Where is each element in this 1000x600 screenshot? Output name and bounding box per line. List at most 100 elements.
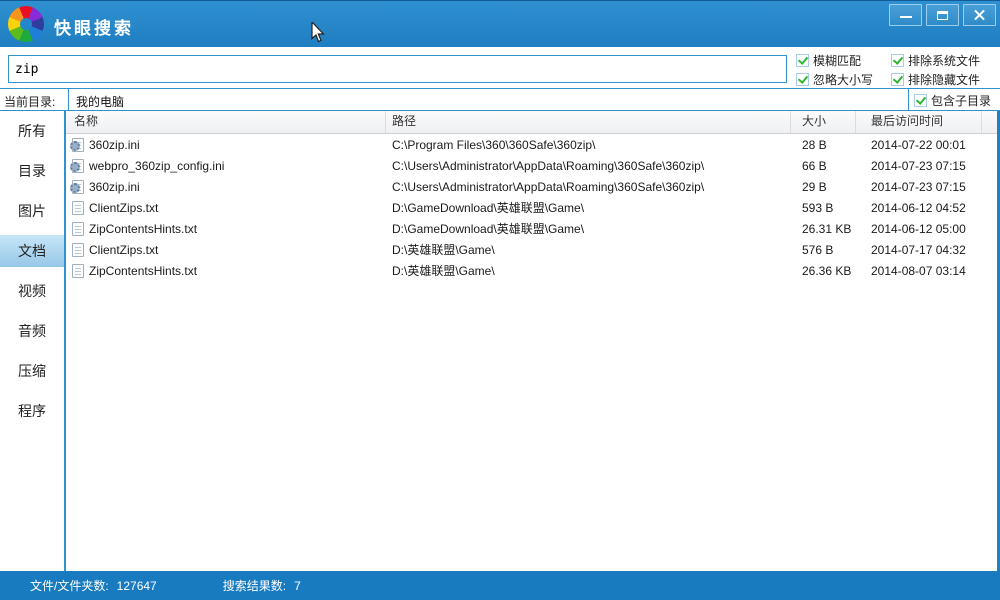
sidebar-item-video[interactable]: 视频 bbox=[0, 271, 64, 311]
checkbox-label: 忽略大小写 bbox=[813, 71, 873, 88]
file-size: 576 B bbox=[791, 243, 856, 257]
sidebar-item-directory[interactable]: 目录 bbox=[0, 151, 64, 191]
sidebar: 所有目录图片文档视频音频压缩程序 bbox=[0, 111, 66, 571]
sidebar-item-all[interactable]: 所有 bbox=[0, 111, 64, 151]
sidebar-item-image[interactable]: 图片 bbox=[0, 191, 64, 231]
table-row[interactable]: ClientZips.txt D:\英雄联盟\Game\576 B2014-07-… bbox=[66, 239, 997, 260]
divider bbox=[68, 89, 69, 110]
file-name: ClientZips.txt bbox=[89, 243, 158, 257]
sidebar-item-document[interactable]: 文档 bbox=[0, 231, 64, 271]
minimize-icon bbox=[900, 16, 912, 18]
file-size: 29 B bbox=[791, 180, 856, 194]
file-path: C:\Users\Administrator\AppData\Roaming\3… bbox=[386, 180, 791, 194]
column-header-size[interactable]: 大小 bbox=[791, 111, 856, 133]
maximize-button[interactable] bbox=[926, 4, 959, 26]
current-directory-value: 我的电脑 bbox=[76, 93, 124, 110]
file-last-access-time: 2014-07-17 04:32 bbox=[856, 243, 982, 257]
sidebar-item-audio[interactable]: 音频 bbox=[0, 311, 64, 351]
file-path: C:\Users\Administrator\AppData\Roaming\3… bbox=[386, 159, 791, 173]
results-count-label: 搜索结果数: bbox=[223, 577, 286, 594]
table-header: 名称路径大小最后访问时间 bbox=[66, 111, 997, 134]
gear-icon bbox=[70, 183, 80, 193]
sidebar-item-archive[interactable]: 压缩 bbox=[0, 351, 64, 391]
current-directory-label: 当前目录: bbox=[4, 93, 55, 110]
table-row[interactable]: ZipContentsHints.txt D:\英雄联盟\Game\26.36 K… bbox=[66, 260, 997, 281]
checkbox-label: 排除系统文件 bbox=[908, 52, 980, 69]
file-name: webpro_360zip_config.ini bbox=[89, 159, 224, 173]
current-directory-bar: 当前目录: 我的电脑 包含子目录 bbox=[0, 88, 1000, 111]
table-row[interactable]: ClientZips.txtD:\GameDownload\英雄联盟\Game\… bbox=[66, 197, 997, 218]
close-icon bbox=[973, 9, 986, 22]
column-header-path[interactable]: 路径 bbox=[386, 111, 791, 133]
app-logo-icon bbox=[8, 6, 44, 42]
ini-file-icon bbox=[72, 138, 84, 152]
file-size: 66 B bbox=[791, 159, 856, 173]
file-path: C:\Program Files\360\360Safe\360zip\ bbox=[386, 138, 791, 152]
file-path: D:\英雄联盟\Game\ bbox=[386, 241, 791, 258]
file-name: 360zip.ini bbox=[89, 138, 140, 152]
file-last-access-time: 2014-06-12 04:52 bbox=[856, 201, 982, 215]
window-controls bbox=[889, 4, 996, 26]
maximize-icon bbox=[937, 11, 948, 20]
minimize-button[interactable] bbox=[889, 4, 922, 26]
file-path: D:\英雄联盟\Game\ bbox=[386, 262, 791, 279]
search-option-ignore-case[interactable]: 忽略大小写 bbox=[796, 71, 891, 88]
mouse-cursor bbox=[311, 22, 326, 43]
gear-icon bbox=[70, 162, 80, 172]
file-size: 26.36 KB bbox=[791, 264, 856, 278]
checkbox-label: 包含子目录 bbox=[931, 92, 991, 109]
gear-icon bbox=[70, 141, 80, 151]
file-name-cell: 360zip.ini bbox=[66, 180, 386, 194]
file-size: 593 B bbox=[791, 201, 856, 215]
search-option-exclude-system-files[interactable]: 排除系统文件 bbox=[891, 52, 996, 69]
file-name-cell: ClientZips.txt bbox=[66, 201, 386, 215]
table-row[interactable]: ZipContentsHints.txt D:\GameDownload\英雄联盟… bbox=[66, 218, 997, 239]
app-window: 快眼搜索 模糊匹配忽略大小写 排除系统文件排除隐藏文件 当前目录: 我的电脑 包含… bbox=[0, 0, 1000, 600]
checkbox-label: 排除隐藏文件 bbox=[908, 71, 980, 88]
table-row[interactable]: webpro_360zip_config.ini C:\Users\Adminis… bbox=[66, 155, 997, 176]
results-table: 名称路径大小最后访问时间 360zip.ini C:\Program Files\… bbox=[66, 111, 997, 571]
ignore-case-checkbox[interactable] bbox=[796, 73, 809, 86]
sidebar-item-program[interactable]: 程序 bbox=[0, 391, 64, 431]
file-name-cell: 360zip.ini bbox=[66, 138, 386, 152]
include-subdirs-option[interactable]: 包含子目录 bbox=[914, 92, 991, 109]
exclude-system-files-checkbox[interactable] bbox=[891, 54, 904, 67]
column-header-name[interactable]: 名称 bbox=[66, 111, 386, 133]
table-row[interactable]: 360zip.ini C:\Users\Administrator\AppData… bbox=[66, 176, 997, 197]
file-size: 28 B bbox=[791, 138, 856, 152]
file-size: 26.31 KB bbox=[791, 222, 856, 236]
txt-file-icon bbox=[72, 201, 84, 215]
search-input[interactable] bbox=[8, 55, 787, 83]
results-body: 360zip.ini C:\Program Files\360\360Safe\3… bbox=[66, 134, 997, 571]
window-title: 快眼搜索 bbox=[54, 14, 134, 39]
file-name-cell: webpro_360zip_config.ini bbox=[66, 159, 386, 173]
search-option-fuzzy-match[interactable]: 模糊匹配 bbox=[796, 52, 891, 69]
titlebar: 快眼搜索 bbox=[0, 0, 1000, 47]
file-last-access-time: 2014-07-23 07:15 bbox=[856, 180, 982, 194]
file-name: ZipContentsHints.txt bbox=[89, 222, 197, 236]
exclude-hidden-files-checkbox[interactable] bbox=[891, 73, 904, 86]
file-name: 360zip.ini bbox=[89, 180, 140, 194]
file-name-cell: ZipContentsHints.txt bbox=[66, 222, 386, 236]
ini-file-icon bbox=[72, 180, 84, 194]
files-count-label: 文件/文件夹数: bbox=[30, 577, 109, 594]
column-header-filler bbox=[982, 111, 997, 133]
column-header-time[interactable]: 最后访问时间 bbox=[856, 111, 982, 133]
file-path: D:\GameDownload\英雄联盟\Game\ bbox=[386, 220, 791, 237]
fuzzy-match-checkbox[interactable] bbox=[796, 54, 809, 67]
files-count-value: 127647 bbox=[117, 579, 157, 593]
include-subdirs-checkbox[interactable] bbox=[914, 94, 927, 107]
table-row[interactable]: 360zip.ini C:\Program Files\360\360Safe\3… bbox=[66, 134, 997, 155]
file-last-access-time: 2014-07-22 00:01 bbox=[856, 138, 982, 152]
divider bbox=[908, 89, 909, 110]
file-last-access-time: 2014-08-07 03:14 bbox=[856, 264, 982, 278]
results-count-value: 7 bbox=[294, 579, 301, 593]
close-button[interactable] bbox=[963, 4, 996, 26]
file-name: ZipContentsHints.txt bbox=[89, 264, 197, 278]
file-last-access-time: 2014-06-12 05:00 bbox=[856, 222, 982, 236]
file-path: D:\GameDownload\英雄联盟\Game\ bbox=[386, 199, 791, 216]
checkbox-label: 模糊匹配 bbox=[813, 52, 861, 69]
search-option-exclude-hidden-files[interactable]: 排除隐藏文件 bbox=[891, 71, 996, 88]
file-name-cell: ZipContentsHints.txt bbox=[66, 264, 386, 278]
txt-file-icon bbox=[72, 222, 84, 236]
